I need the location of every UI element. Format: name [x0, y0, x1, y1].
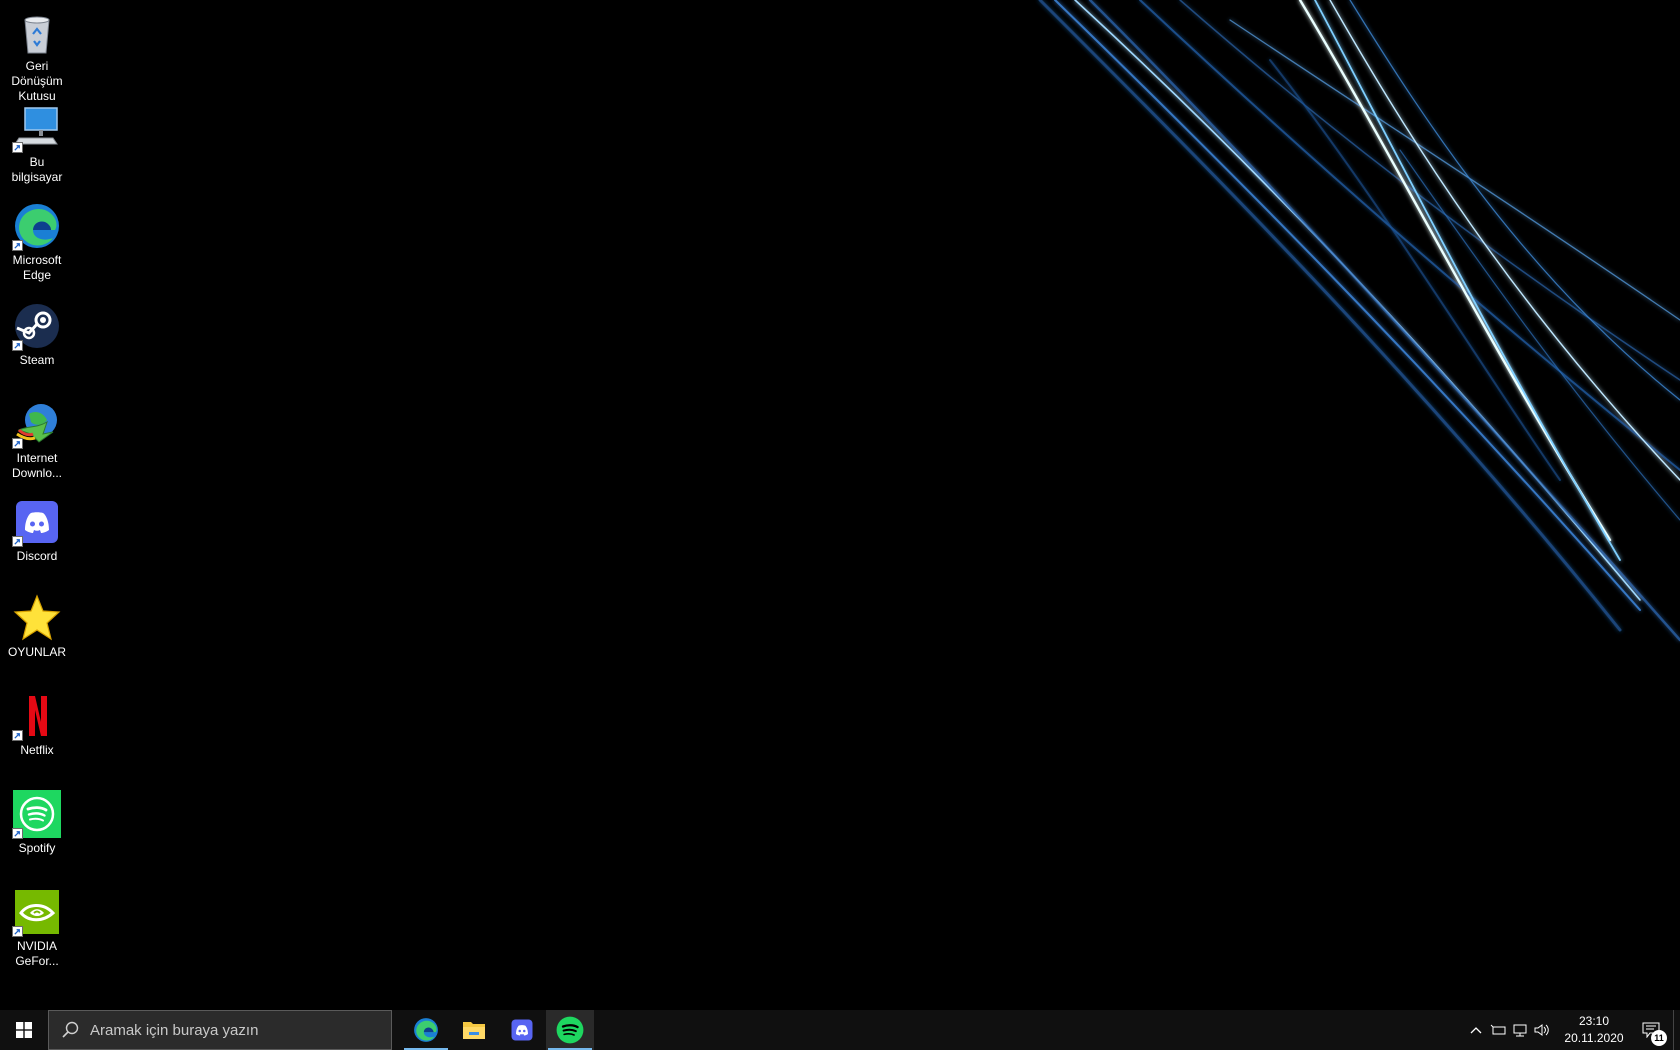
shortcut-arrow-icon	[12, 828, 23, 839]
shortcut-arrow-icon	[12, 340, 23, 351]
desktop-icon-spotify[interactable]: Spotify	[3, 790, 71, 856]
netflix-icon	[12, 692, 61, 741]
clock-time: 23:10	[1578, 1014, 1610, 1028]
nvidia-label: NVIDIA GeFor...	[15, 939, 59, 968]
search-box[interactable]: Aramak için buraya yazın	[48, 1010, 392, 1050]
spotify-label: Spotify	[18, 841, 56, 855]
taskbar: Aramak için buraya yazın 23:10 20.11.202…	[0, 1010, 1680, 1050]
shortcut-arrow-icon	[12, 730, 23, 741]
desktop-icon-internet-download-manager[interactable]: Internet Downlo...	[3, 400, 71, 481]
discord-icon	[511, 1019, 533, 1041]
windows-logo-icon	[16, 1022, 32, 1038]
tray-network-button[interactable]	[1509, 1010, 1531, 1050]
taskbar-app-discord[interactable]	[498, 1010, 546, 1050]
steam-icon	[12, 302, 61, 351]
recycle-bin-label: Geri Dönüşüm Kutusu	[11, 59, 63, 103]
battery-icon	[1490, 1024, 1506, 1035]
search-icon	[62, 1021, 79, 1038]
desktop-wallpaper	[1038, 0, 1680, 642]
show-hidden-icons-button[interactable]	[1465, 1010, 1487, 1050]
idm-icon	[12, 400, 61, 449]
show-desktop-button[interactable]	[1673, 1010, 1680, 1050]
this-pc-label: Bu bilgisayar	[11, 155, 63, 184]
taskbar-app-edge[interactable]	[402, 1010, 450, 1050]
desktop-icon-recycle-bin[interactable]: Geri Dönüşüm Kutusu	[3, 8, 71, 104]
desktop-icon-oyunlar[interactable]: OYUNLAR	[3, 594, 71, 660]
spotify-icon	[556, 1016, 584, 1044]
recycle-bin-icon	[13, 8, 61, 56]
edge-icon	[414, 1018, 438, 1042]
discord-label: Discord	[16, 549, 58, 563]
star-icon	[13, 594, 61, 642]
tray-battery-button[interactable]	[1487, 1010, 1509, 1050]
netflix-label: Netflix	[20, 743, 54, 757]
network-icon	[1513, 1024, 1527, 1037]
spotify-icon	[12, 790, 61, 839]
nvidia-icon	[12, 888, 61, 937]
edge-label: Microsoft Edge	[12, 253, 62, 282]
desktop-icon-discord[interactable]: Discord	[3, 498, 71, 564]
shortcut-arrow-icon	[12, 142, 23, 153]
shortcut-arrow-icon	[12, 240, 23, 251]
discord-icon	[12, 498, 61, 547]
idm-label: Internet Downlo...	[11, 451, 63, 480]
desktop-icon-this-pc[interactable]: Bu bilgisayar	[3, 104, 71, 185]
steam-label: Steam	[19, 353, 55, 367]
notification-count-badge: 11	[1651, 1030, 1667, 1046]
desktop-icon-steam[interactable]: Steam	[3, 302, 71, 368]
start-button[interactable]	[0, 1010, 48, 1050]
system-tray: 23:10 20.11.2020 11	[1465, 1010, 1680, 1050]
taskbar-app-file-explorer[interactable]	[450, 1010, 498, 1050]
desktop-icon-netflix[interactable]: Netflix	[3, 692, 71, 758]
action-center-button[interactable]: 11	[1629, 1010, 1673, 1050]
taskbar-clock[interactable]: 23:10 20.11.2020	[1559, 1013, 1629, 1047]
taskbar-app-spotify[interactable]	[546, 1010, 594, 1050]
oyunlar-label: OYUNLAR	[7, 645, 66, 659]
edge-icon	[12, 202, 61, 251]
shortcut-arrow-icon	[12, 536, 23, 547]
volume-icon	[1534, 1024, 1549, 1036]
computer-icon	[12, 104, 61, 153]
file-explorer-icon	[463, 1022, 485, 1039]
desktop-icon-microsoft-edge[interactable]: Microsoft Edge	[3, 202, 71, 283]
chevron-up-icon	[1470, 1027, 1482, 1034]
shortcut-arrow-icon	[12, 926, 23, 937]
shortcut-arrow-icon	[12, 438, 23, 449]
desktop-icon-nvidia-geforce[interactable]: NVIDIA GeFor...	[3, 888, 71, 969]
clock-date: 20.11.2020	[1564, 1031, 1624, 1045]
search-placeholder: Aramak için buraya yazın	[90, 1021, 259, 1039]
tray-volume-button[interactable]	[1531, 1010, 1553, 1050]
